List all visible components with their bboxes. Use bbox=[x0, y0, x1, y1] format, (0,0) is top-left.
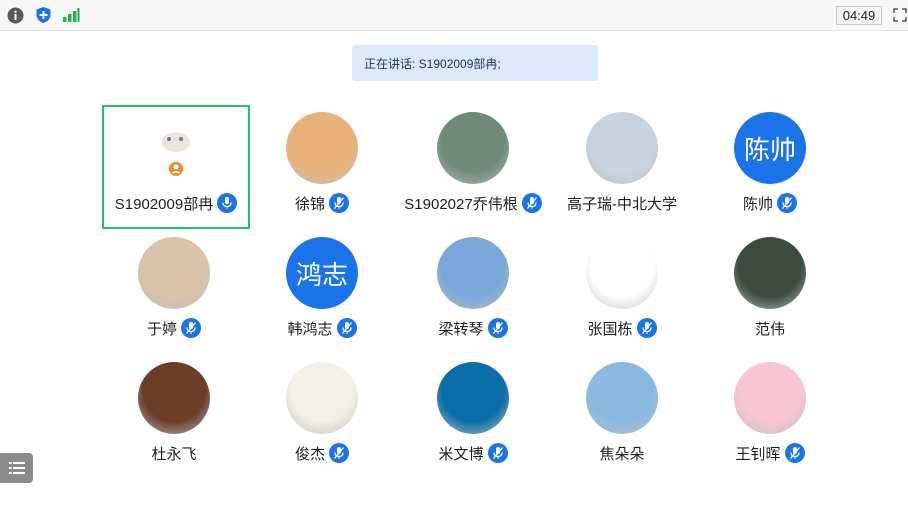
participant-name: 韩鸿志 bbox=[287, 320, 333, 338]
participant-tile[interactable]: 鸿志 韩鸿志 bbox=[252, 232, 392, 352]
participant-tile[interactable]: 梁转琴 bbox=[403, 232, 543, 352]
participant-name-row: S1902027乔伟根 bbox=[404, 192, 542, 214]
participant-name: 俊杰 bbox=[294, 445, 325, 463]
participant-avatar bbox=[138, 237, 210, 309]
participant-name-row: 高子瑞-中北大学 bbox=[567, 192, 677, 214]
microphone-muted-icon bbox=[487, 443, 508, 463]
participant-name: S1902009部冉 bbox=[114, 195, 214, 213]
participant-avatar: 鸿志 bbox=[286, 237, 358, 309]
participant-tile[interactable]: 张国栋 bbox=[552, 232, 692, 352]
shield-plus-icon[interactable] bbox=[34, 6, 52, 24]
participant-name: 徐锦 bbox=[294, 195, 325, 213]
list-icon bbox=[8, 462, 25, 474]
participant-avatar bbox=[437, 112, 509, 184]
participant-tile[interactable]: 俊杰 bbox=[252, 357, 392, 477]
info-icon[interactable] bbox=[6, 6, 24, 24]
participant-name-row: 王钊晖 bbox=[735, 442, 805, 464]
participant-name: 高子瑞-中北大学 bbox=[567, 195, 677, 213]
participant-tile[interactable]: S1902009部冉 bbox=[102, 105, 250, 229]
microphone-muted-icon bbox=[487, 318, 508, 338]
participant-name-row: 杜永飞 bbox=[151, 442, 196, 464]
participant-name: 于婷 bbox=[146, 320, 177, 338]
participant-name-row: 焦朵朵 bbox=[599, 442, 644, 464]
microphone-muted-icon bbox=[521, 193, 542, 213]
microphone-icon bbox=[217, 193, 238, 213]
participant-avatar bbox=[586, 237, 658, 309]
meeting-timer: 04:49 bbox=[836, 6, 882, 25]
participant-tile[interactable]: 范伟 bbox=[700, 232, 840, 352]
participant-list-button[interactable] bbox=[0, 453, 33, 483]
speaking-banner: 正在讲话: S1902009部冉; bbox=[352, 45, 598, 81]
participant-avatar bbox=[138, 362, 210, 434]
participant-name-row: 梁转琴 bbox=[438, 317, 508, 339]
top-toolbar: 04:49 bbox=[0, 0, 908, 31]
participant-name-row: 米文博 bbox=[438, 442, 508, 464]
participant-tile[interactable]: 陈帅 陈帅 bbox=[700, 107, 840, 227]
participant-avatar bbox=[734, 237, 806, 309]
participant-avatar bbox=[286, 112, 358, 184]
microphone-muted-icon bbox=[181, 318, 201, 338]
participant-name-row: 张国栋 bbox=[587, 317, 657, 339]
participant-name: 张国栋 bbox=[587, 320, 633, 338]
participant-avatar bbox=[286, 362, 358, 434]
avatar-image bbox=[162, 132, 190, 176]
participant-name-row: S1902009部冉 bbox=[114, 192, 238, 214]
participant-name: 范伟 bbox=[754, 320, 785, 338]
microphone-muted-icon bbox=[636, 318, 657, 338]
participant-tile[interactable]: 杜永飞 bbox=[104, 357, 244, 477]
microphone-muted-icon bbox=[329, 443, 349, 463]
participant-avatar bbox=[586, 362, 658, 434]
speaking-label: 正在讲话: S1902009部冉; bbox=[364, 56, 501, 71]
participant-avatar bbox=[734, 362, 806, 434]
participant-name: 梁转琴 bbox=[438, 320, 484, 338]
participant-tile[interactable]: S1902027乔伟根 bbox=[403, 107, 543, 227]
participant-name-row: 韩鸿志 bbox=[287, 317, 357, 339]
participant-avatar bbox=[586, 112, 658, 184]
microphone-muted-icon bbox=[329, 193, 349, 213]
participant-name-row: 徐锦 bbox=[295, 192, 349, 214]
participant-avatar: 陈帅 bbox=[734, 112, 806, 184]
participant-avatar bbox=[437, 362, 509, 434]
participant-tile[interactable]: 王钊晖 bbox=[700, 357, 840, 477]
microphone-muted-icon bbox=[784, 443, 805, 463]
participant-name: 杜永飞 bbox=[151, 445, 197, 463]
participant-tile[interactable]: 徐锦 bbox=[252, 107, 392, 227]
participant-name: 米文博 bbox=[438, 445, 484, 463]
microphone-muted-icon bbox=[777, 193, 797, 213]
participant-tile[interactable]: 米文博 bbox=[403, 357, 543, 477]
fullscreen-icon[interactable] bbox=[891, 6, 908, 24]
participant-name: S1902027乔伟根 bbox=[404, 195, 518, 213]
participant-name-row: 俊杰 bbox=[295, 442, 349, 464]
participant-avatar bbox=[140, 112, 212, 184]
participant-tile[interactable]: 焦朵朵 bbox=[552, 357, 692, 477]
participant-name-row: 陈帅 bbox=[743, 192, 797, 214]
participant-name-row: 范伟 bbox=[755, 317, 785, 339]
microphone-muted-icon bbox=[336, 318, 357, 338]
participant-name: 王钊晖 bbox=[735, 445, 781, 463]
signal-bars-icon[interactable] bbox=[62, 6, 80, 24]
participant-name-row: 于婷 bbox=[147, 317, 201, 339]
participant-name: 陈帅 bbox=[742, 195, 773, 213]
participant-name: 焦朵朵 bbox=[599, 445, 645, 463]
participant-tile[interactable]: 于婷 bbox=[104, 232, 244, 352]
participant-tile[interactable]: 高子瑞-中北大学 bbox=[552, 107, 692, 227]
participant-avatar bbox=[437, 237, 509, 309]
